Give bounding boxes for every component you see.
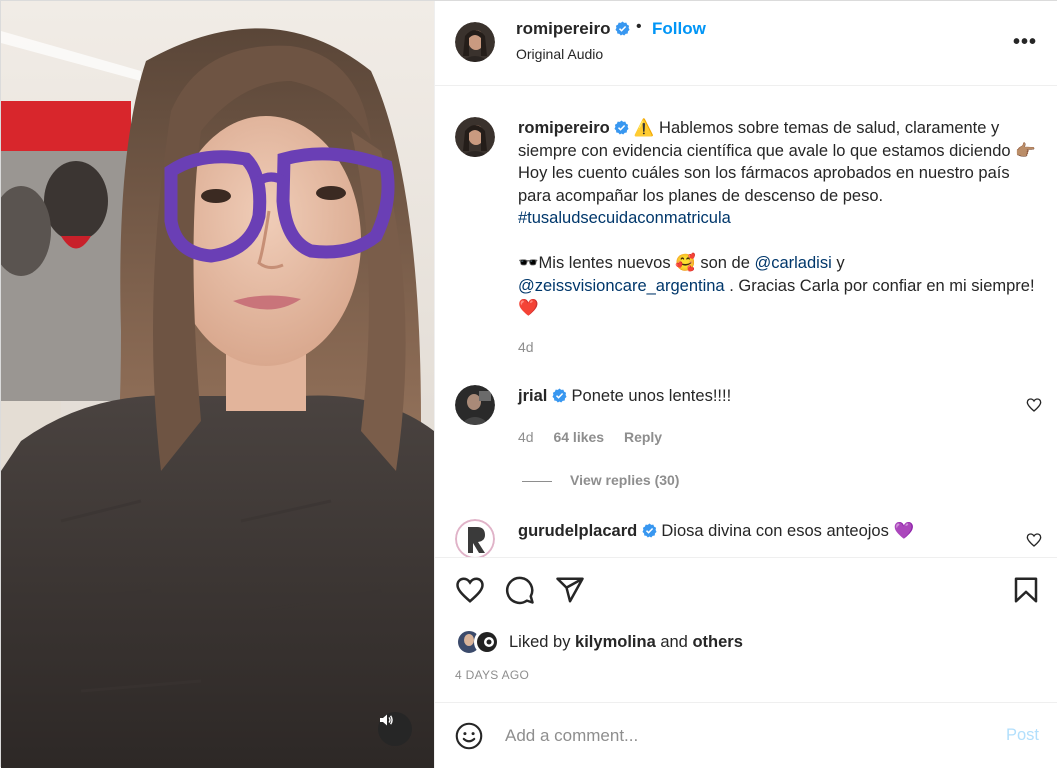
- author-username[interactable]: romipereiro: [516, 19, 630, 39]
- red-heart-emoji: ❤️: [518, 299, 539, 317]
- comment-jrial: jrial Ponete unos lentes!!!!: [518, 387, 731, 406]
- liked-by-others[interactable]: others: [692, 633, 742, 651]
- avatar-image: [455, 117, 495, 157]
- follow-button[interactable]: Follow: [652, 19, 706, 39]
- original-audio-link[interactable]: Original Audio: [516, 46, 603, 62]
- liked-by-text: Liked by kilymolina and others: [509, 633, 743, 652]
- mention-zeiss[interactable]: @zeissvisioncare_argentina: [518, 277, 725, 295]
- comment-time[interactable]: 4d: [518, 429, 534, 445]
- hashtag-link[interactable]: #tusaludsecuidaconmatricula: [518, 209, 731, 227]
- comment-username[interactable]: jrial: [518, 387, 547, 405]
- post-actions: [435, 558, 1057, 623]
- liked-by-user[interactable]: kilymolina: [575, 633, 656, 651]
- video-frame: [1, 1, 434, 768]
- author-avatar[interactable]: [455, 22, 495, 62]
- view-replies-line: [522, 480, 552, 482]
- comment-gurudelplacard: gurudelplacard Diosa divina con esos ant…: [518, 522, 914, 541]
- emoji-icon[interactable]: [455, 722, 483, 750]
- smiling-hearts-emoji: 🥰: [675, 254, 696, 272]
- avatar-image: [455, 22, 495, 62]
- warning-emoji: ⚠️: [633, 119, 655, 137]
- heart-icon[interactable]: [455, 575, 485, 605]
- add-comment-bar: Post: [435, 702, 1057, 768]
- mention-carladisi[interactable]: @carladisi: [754, 254, 831, 272]
- reply-button[interactable]: Reply: [624, 429, 662, 445]
- comment-meta: 4d 64 likes Reply: [518, 429, 678, 445]
- verified-badge-icon: [552, 388, 567, 403]
- comment-like-heart-icon[interactable]: [1026, 532, 1042, 548]
- caption-username[interactable]: romipereiro: [518, 119, 610, 137]
- sound-toggle-button[interactable]: [378, 712, 412, 746]
- comment-text: Ponete unos lentes!!!!: [571, 387, 732, 405]
- author-username-text[interactable]: romipereiro: [516, 19, 610, 38]
- avatar-image: [455, 519, 495, 557]
- post-header: romipereiro • Follow Original Audio •••: [435, 1, 1057, 86]
- caption-text-3: Mis lentes nuevos: [538, 254, 676, 272]
- share-icon[interactable]: [555, 575, 585, 605]
- caption-text-4: . Gracias Carla por confiar en mi siempr…: [724, 276, 1035, 295]
- post-media[interactable]: [1, 1, 434, 768]
- verified-badge-icon: [642, 523, 657, 538]
- post-caption: romipereiro ⚠️ Hablemos sobre temas de s…: [518, 117, 1043, 320]
- caption-author-avatar[interactable]: [455, 117, 495, 157]
- comment-username[interactable]: gurudelplacard: [518, 522, 637, 540]
- caption-text-2: Hoy les cuento cuáles son los fármacos a…: [518, 164, 1010, 205]
- bookmark-icon[interactable]: [1011, 575, 1041, 605]
- comment-input[interactable]: [505, 723, 985, 749]
- liked-by-prefix: Liked by: [509, 633, 576, 651]
- commenter-avatar[interactable]: [455, 519, 495, 557]
- verified-badge-icon: [615, 21, 630, 36]
- speaker-icon: [380, 714, 393, 726]
- post-dialog: romipereiro • Follow Original Audio •••: [0, 0, 1057, 768]
- purple-heart-emoji: 💜: [893, 522, 914, 540]
- view-replies-label[interactable]: View replies (30): [570, 472, 679, 488]
- more-options-button[interactable]: •••: [1013, 31, 1037, 54]
- post-details-panel: romipereiro • Follow Original Audio •••: [434, 1, 1057, 768]
- verified-badge-icon: [614, 120, 629, 135]
- comment-likes[interactable]: 64 likes: [553, 429, 604, 445]
- comment-like-heart-icon[interactable]: [1026, 397, 1042, 413]
- comment-text: Diosa divina con esos anteojos: [661, 522, 894, 540]
- sunglasses-emoji: 🕶️: [518, 254, 539, 272]
- view-replies-button[interactable]: View replies (30): [522, 472, 679, 488]
- comments-scroll-area[interactable]: romipereiro ⚠️ Hablemos sobre temas de s…: [435, 87, 1057, 558]
- liked-by-middle: and: [655, 633, 693, 651]
- pointing-emoji: 👉🏽: [1015, 141, 1036, 160]
- liked-by-avatars[interactable]: [455, 628, 501, 656]
- avatar-image: [455, 385, 495, 425]
- post-date[interactable]: 4 DAYS AGO: [455, 668, 529, 682]
- comment-icon[interactable]: [505, 575, 535, 605]
- caption-text-3c: y: [831, 254, 845, 272]
- caption-time[interactable]: 4d: [518, 339, 534, 355]
- post-comment-button[interactable]: Post: [1006, 726, 1039, 745]
- caption-text-3b: son de: [695, 254, 755, 272]
- commenter-avatar[interactable]: [455, 385, 495, 425]
- header-separator: •: [636, 18, 642, 35]
